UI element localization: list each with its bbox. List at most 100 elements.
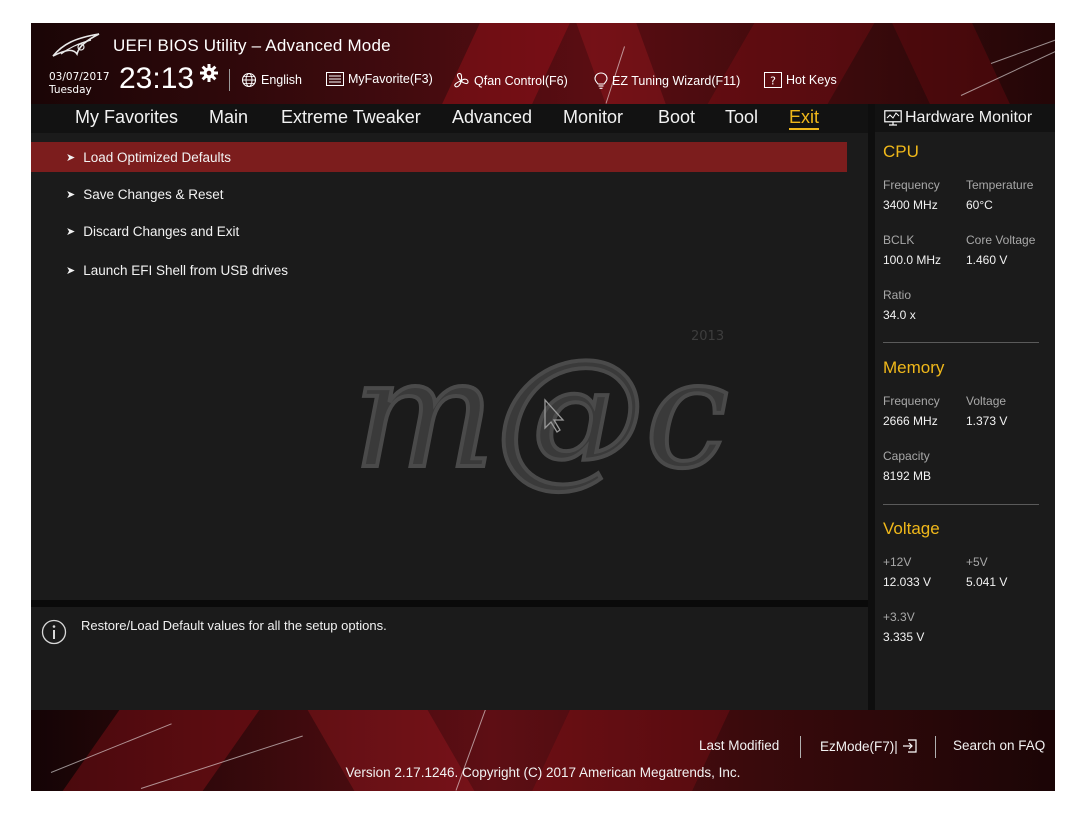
language-button[interactable]: English xyxy=(241,72,302,88)
menu-item-load-optimized-defaults[interactable]: ➤ Load Optimized Defaults xyxy=(31,142,847,172)
header-separator xyxy=(229,69,230,91)
watermark-text: m@c xyxy=(353,328,729,498)
decor-streak xyxy=(990,35,1055,64)
tab-my-favorites[interactable]: My Favorites xyxy=(75,107,178,128)
myfavorite-label: MyFavorite(F3) xyxy=(348,72,433,86)
memory-frequency-value: 2666 MHz xyxy=(883,414,938,428)
tab-monitor[interactable]: Monitor xyxy=(563,107,623,128)
v33-value: 3.335 V xyxy=(883,630,925,644)
gear-icon[interactable] xyxy=(199,63,219,83)
memory-capacity-label: Capacity xyxy=(883,449,930,463)
decor-shard xyxy=(576,23,666,104)
hot-keys-button[interactable]: ? Hot Keys xyxy=(764,72,837,88)
watermark-year: 2013 xyxy=(691,329,724,344)
bios-window: UEFI BIOS Utility – Advanced Mode 03/07/… xyxy=(31,23,1055,791)
footer-separator xyxy=(935,736,936,758)
info-icon xyxy=(41,619,67,645)
menu-item-save-changes-reset[interactable]: ➤ Save Changes & Reset xyxy=(31,179,847,209)
tab-advanced[interactable]: Advanced xyxy=(452,107,532,128)
monitor-screen-icon xyxy=(884,110,902,126)
globe-icon xyxy=(241,72,257,88)
panel-divider xyxy=(868,104,875,710)
v12-value: 12.033 V xyxy=(883,575,932,589)
section-divider xyxy=(883,504,1039,505)
footer-bar: Last Modified EzMode(F7)| Search on FAQ … xyxy=(31,710,1055,791)
help-panel: Restore/Load Default values for all the … xyxy=(31,607,868,710)
ratio-label: Ratio xyxy=(883,288,912,302)
header-bar: UEFI BIOS Utility – Advanced Mode 03/07/… xyxy=(31,23,1055,104)
memory-voltage-value: 1.373 V xyxy=(966,414,1008,428)
core-voltage-label: Core Voltage xyxy=(966,233,1036,247)
menu-item-label: Save Changes & Reset xyxy=(83,186,224,202)
clock-time: 23:13 xyxy=(119,62,195,95)
exit-menu-panel: ➤ Load Optimized Defaults ➤ Save Changes… xyxy=(31,133,868,600)
svg-text:?: ? xyxy=(770,75,776,88)
menu-item-label: Launch EFI Shell from USB drives xyxy=(83,262,289,278)
cpu-frequency-label: Frequency xyxy=(883,178,940,192)
chevron-right-icon: ➤ xyxy=(66,264,76,277)
v33-label: +3.3V xyxy=(883,610,915,624)
hardware-monitor-title: Hardware Monitor xyxy=(905,109,1033,126)
search-on-faq-button[interactable]: Search on FAQ xyxy=(953,738,1045,753)
hardware-monitor-panel: Hardware Monitor CPU Frequency 3400 MHz … xyxy=(875,104,1055,710)
tab-exit[interactable]: Exit xyxy=(789,107,820,130)
qfan-control-button[interactable]: Qfan Control(F6) xyxy=(452,72,568,90)
date-display: 03/07/2017 Tuesday xyxy=(49,71,110,97)
question-box-icon: ? xyxy=(764,72,782,88)
bclk-label: BCLK xyxy=(883,233,915,247)
ezmode-button[interactable]: EzMode(F7)| xyxy=(820,738,918,754)
cpu-temperature-label: Temperature xyxy=(966,178,1034,192)
fan-icon xyxy=(454,72,469,88)
tab-extreme-tweaker[interactable]: Extreme Tweaker xyxy=(281,107,421,128)
core-voltage-value: 1.460 V xyxy=(966,253,1008,267)
chevron-right-icon: ➤ xyxy=(66,188,76,201)
favorite-list-icon xyxy=(326,72,344,86)
last-modified-button[interactable]: Last Modified xyxy=(699,738,779,753)
voltage-section-title: Voltage xyxy=(883,519,940,538)
ez-tuning-wizard-button[interactable]: EZ Tuning Wizard(F11) xyxy=(594,72,740,90)
menu-item-label: Discard Changes and Exit xyxy=(83,223,240,239)
cpu-temperature-value: 60°C xyxy=(966,198,993,212)
qfan-label: Qfan Control(F6) xyxy=(474,74,568,88)
footer-separator xyxy=(800,736,801,758)
decor-shard xyxy=(442,23,570,104)
bclk-value: 100.0 MHz xyxy=(883,253,942,267)
ezmode-label: EzMode(F7)| xyxy=(820,738,898,754)
section-divider xyxy=(883,342,1039,343)
myfavorite-button[interactable]: MyFavorite(F3) xyxy=(326,72,433,86)
hardware-monitor-header: Hardware Monitor xyxy=(875,104,1055,132)
memory-section-title: Memory xyxy=(883,358,945,377)
menu-item-discard-changes-exit[interactable]: ➤ Discard Changes and Exit xyxy=(31,216,847,246)
help-divider xyxy=(31,600,868,607)
app-title: UEFI BIOS Utility – Advanced Mode xyxy=(113,36,391,55)
exit-arrow-icon xyxy=(902,739,917,753)
watermark-logo: m@c 2013 xyxy=(351,328,731,498)
tab-main[interactable]: Main xyxy=(209,107,248,128)
menu-item-label: Load Optimized Defaults xyxy=(83,149,232,165)
main-tab-bar: My Favorites Main Extreme Tweaker Advanc… xyxy=(31,104,868,133)
help-text: Restore/Load Default values for all the … xyxy=(81,618,387,633)
copyright-text: Version 2.17.1246. Copyright (C) 2017 Am… xyxy=(345,765,741,780)
v12-label: +12V xyxy=(883,555,912,569)
cpu-section-title: CPU xyxy=(883,142,919,161)
day-text: Tuesday xyxy=(49,84,92,96)
chevron-right-icon: ➤ xyxy=(66,151,76,164)
hot-keys-label: Hot Keys xyxy=(786,73,837,87)
lightbulb-icon xyxy=(594,72,608,89)
date-text: 03/07/2017 xyxy=(49,71,110,83)
memory-capacity-value: 8192 MB xyxy=(883,469,932,483)
v5-value: 5.041 V xyxy=(966,575,1008,589)
rog-logo-icon xyxy=(52,33,100,57)
chevron-right-icon: ➤ xyxy=(66,225,76,238)
menu-item-launch-efi-shell[interactable]: ➤ Launch EFI Shell from USB drives xyxy=(31,255,847,285)
ratio-value: 34.0 x xyxy=(883,308,916,322)
v5-label: +5V xyxy=(966,555,988,569)
ez-tuning-label: EZ Tuning Wizard(F11) xyxy=(612,74,741,88)
decor-shard xyxy=(707,23,875,104)
tab-boot[interactable]: Boot xyxy=(658,107,695,128)
cpu-frequency-value: 3400 MHz xyxy=(883,198,938,212)
memory-frequency-label: Frequency xyxy=(883,394,940,408)
memory-voltage-label: Voltage xyxy=(966,394,1007,408)
tab-tool[interactable]: Tool xyxy=(725,107,758,128)
language-label: English xyxy=(261,73,302,87)
